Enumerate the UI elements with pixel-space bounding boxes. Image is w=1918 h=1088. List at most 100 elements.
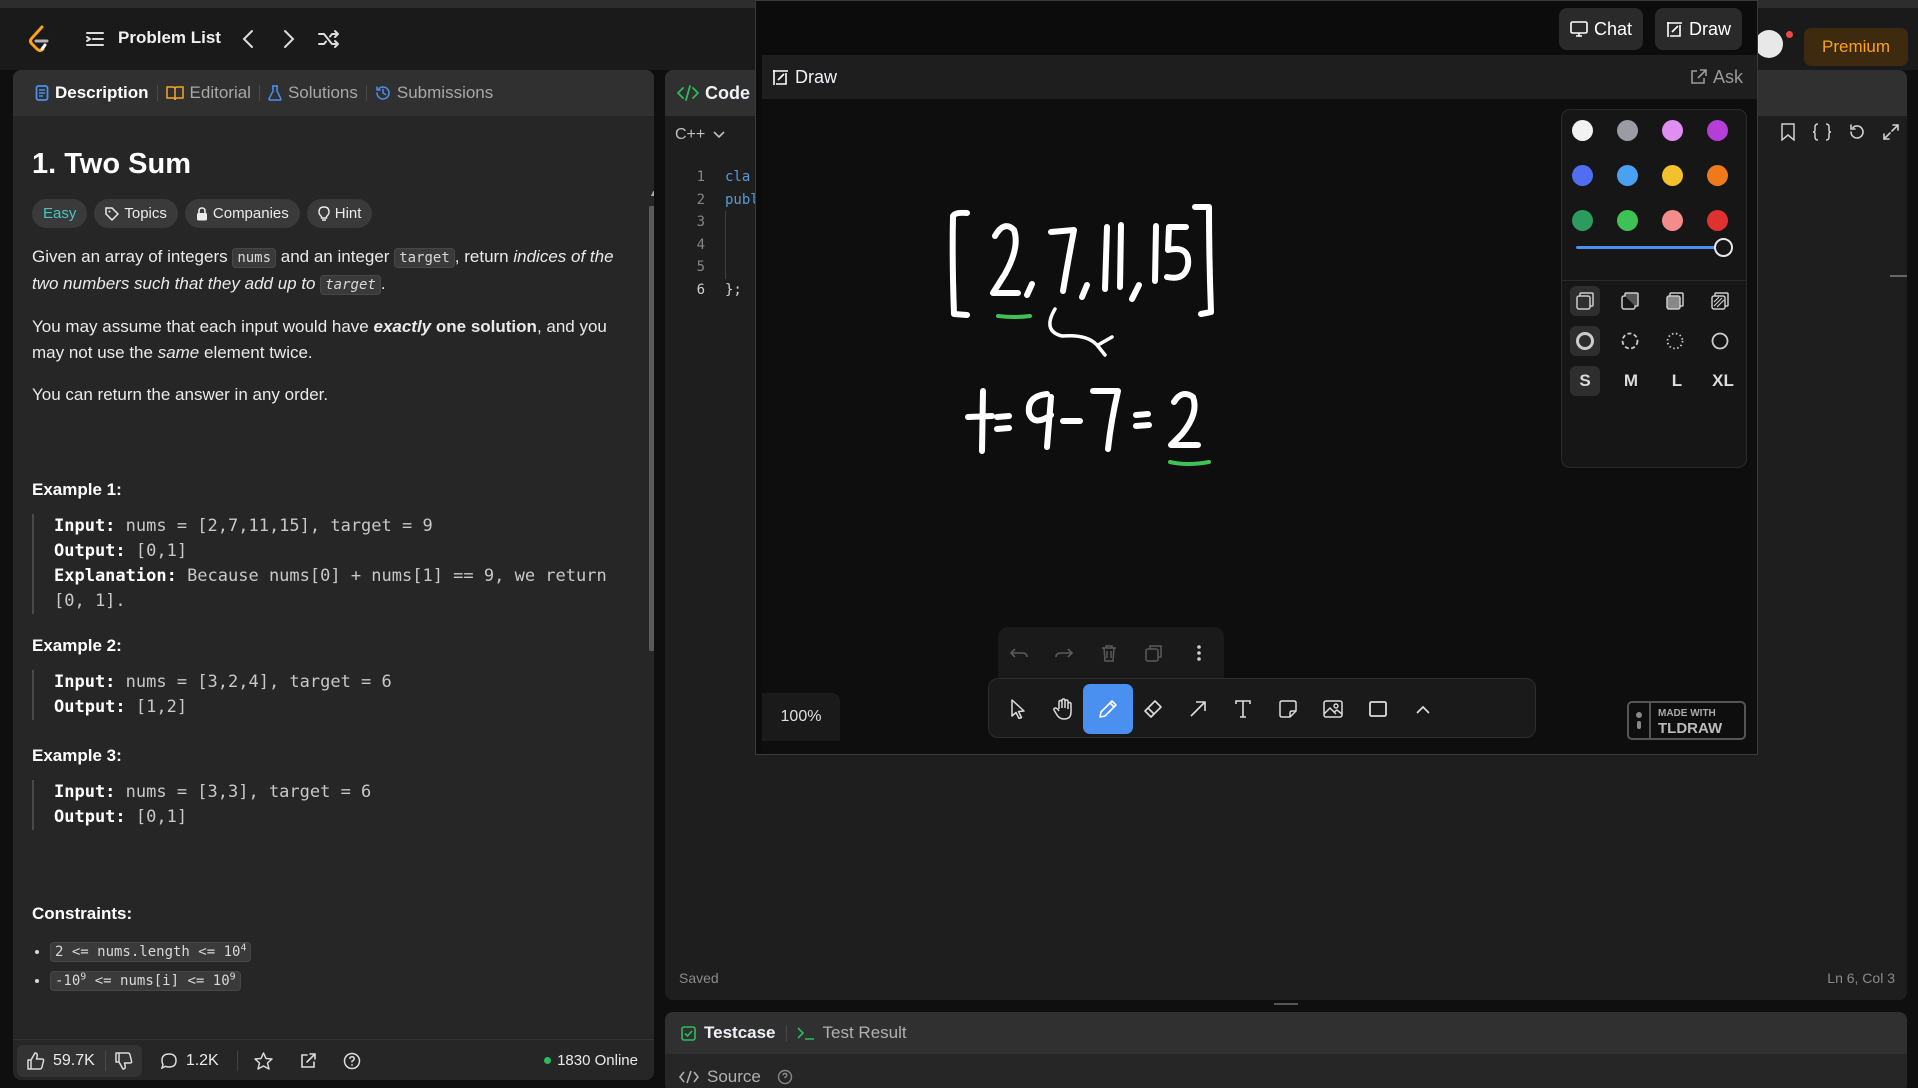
dislike-button[interactable] [106, 1051, 142, 1070]
color-swatch[interactable] [1617, 120, 1638, 141]
chat-button[interactable]: Chat [1559, 8, 1644, 50]
more-icon[interactable] [1185, 639, 1213, 667]
size-s[interactable]: S [1570, 366, 1600, 396]
size-l[interactable]: L [1662, 366, 1692, 396]
dash-dotted-icon[interactable] [1662, 328, 1688, 354]
problem-list-icon[interactable] [84, 28, 106, 50]
dash-solid-icon[interactable] [1572, 328, 1598, 354]
rectangle-icon [1369, 701, 1387, 717]
ask-label: Ask [1712, 66, 1743, 87]
tool-select[interactable] [993, 684, 1043, 734]
tool-draw[interactable] [1083, 684, 1133, 734]
tool-text[interactable] [1218, 684, 1268, 734]
topics-chip[interactable]: Topics [94, 199, 178, 228]
tab-submissions[interactable]: Submissions [367, 83, 501, 103]
resize-handle[interactable] [1274, 1003, 1298, 1005]
drawing-canvas[interactable]: S M L XL 100% MADE WITH TLDRAW [762, 99, 1757, 754]
fill-none-icon[interactable] [1572, 288, 1598, 314]
leetcode-logo-icon[interactable] [26, 24, 52, 54]
ask-button[interactable]: Ask [1690, 67, 1743, 88]
color-swatch[interactable] [1662, 165, 1683, 186]
explanation-label: Explanation: [54, 566, 177, 586]
opacity-slider-thumb[interactable] [1714, 238, 1733, 257]
tool-arrow[interactable] [1173, 684, 1223, 734]
color-swatch[interactable] [1568, 116, 1597, 145]
hint-chip[interactable]: Hint [306, 199, 373, 228]
companies-chip[interactable]: Companies [184, 199, 300, 228]
comments-button[interactable]: 1.2K [160, 1052, 219, 1070]
color-swatch[interactable] [1662, 120, 1683, 141]
avatar[interactable] [1755, 30, 1783, 58]
shuffle-icon[interactable] [316, 27, 342, 51]
drawn-bracket-right [1192, 204, 1214, 317]
color-swatch[interactable] [1617, 165, 1638, 186]
description-scrollbar[interactable]: ▲ ▼ [647, 188, 654, 1080]
source-toggle[interactable]: Source [679, 1067, 793, 1087]
like-button[interactable]: 59.7K [17, 1052, 105, 1070]
constraint-exponent: 4 [240, 942, 247, 953]
text-span: and an integer [276, 247, 395, 266]
color-swatch[interactable] [1617, 210, 1638, 231]
line-number: 2 [696, 191, 705, 208]
expand-icon[interactable] [1882, 123, 1900, 141]
tab-solutions[interactable]: Solutions [260, 83, 366, 103]
fill-pattern-icon[interactable] [1707, 288, 1733, 314]
tab-editorial[interactable]: Editorial [158, 83, 259, 103]
code-tab-label[interactable]: Code [705, 83, 750, 104]
hint-label: Hint [334, 205, 362, 222]
tool-note[interactable] [1263, 684, 1313, 734]
scroll-up-icon[interactable]: ▲ [649, 188, 654, 198]
cursor-position: Ln 6, Col 3 [1827, 970, 1895, 986]
redo-icon[interactable] [1050, 639, 1078, 667]
color-swatch[interactable] [1662, 210, 1683, 231]
color-swatch[interactable] [1707, 165, 1728, 186]
bold-italic-text: exactly [373, 317, 432, 336]
share-button[interactable] [299, 1052, 317, 1070]
save-status: Saved [679, 970, 719, 986]
draw-button[interactable]: Draw [1655, 8, 1743, 50]
bookmark-icon[interactable] [1780, 123, 1796, 141]
tool-eraser[interactable] [1128, 684, 1178, 734]
language-select[interactable]: C++ [675, 126, 725, 144]
tool-image[interactable] [1308, 684, 1358, 734]
opacity-slider-track[interactable] [1576, 246, 1722, 249]
input-label: Input: [54, 672, 116, 692]
zoom-level[interactable]: 100% [762, 693, 840, 741]
tldraw-watermark[interactable]: MADE WITH TLDRAW [1627, 701, 1746, 740]
tab-testcase[interactable]: Testcase [681, 1023, 776, 1043]
undo-icon[interactable] [1005, 639, 1033, 667]
dash-dashed-icon[interactable] [1617, 328, 1643, 354]
tool-rectangle[interactable] [1353, 684, 1403, 734]
difficulty-badge: Easy [32, 199, 88, 228]
lock-icon [196, 206, 208, 221]
favorite-button[interactable] [253, 1051, 273, 1070]
help-icon [343, 1052, 361, 1070]
help-button[interactable] [343, 1052, 361, 1070]
tab-test-result[interactable]: Test Result [796, 1023, 907, 1043]
color-swatch[interactable] [1707, 120, 1728, 141]
dash-draw-icon[interactable] [1707, 328, 1733, 354]
prev-problem-icon[interactable] [236, 27, 260, 51]
fill-semi-icon[interactable] [1617, 288, 1643, 314]
reset-icon[interactable] [1848, 123, 1866, 141]
premium-button[interactable]: Premium [1804, 28, 1908, 66]
code-editor[interactable]: cla publ }; [725, 166, 759, 301]
more-tools[interactable] [1398, 684, 1448, 734]
text-span: element twice. [199, 343, 313, 362]
size-m[interactable]: M [1616, 366, 1646, 396]
lightbulb-icon [318, 206, 330, 221]
scrollbar-thumb[interactable] [649, 206, 654, 651]
duplicate-icon[interactable] [1140, 639, 1168, 667]
next-problem-icon[interactable] [277, 27, 301, 51]
color-swatch[interactable] [1707, 210, 1728, 231]
tab-description[interactable]: Description [27, 83, 157, 103]
eraser-icon [1143, 699, 1163, 719]
color-swatch[interactable] [1572, 165, 1593, 186]
trash-icon[interactable] [1095, 639, 1123, 667]
format-braces-icon[interactable] [1812, 123, 1832, 141]
color-swatch[interactable] [1572, 210, 1593, 231]
fill-solid-icon[interactable] [1662, 288, 1688, 314]
problem-list-link[interactable]: Problem List [118, 28, 221, 48]
size-xl[interactable]: XL [1708, 366, 1738, 396]
tool-hand[interactable] [1038, 684, 1088, 734]
